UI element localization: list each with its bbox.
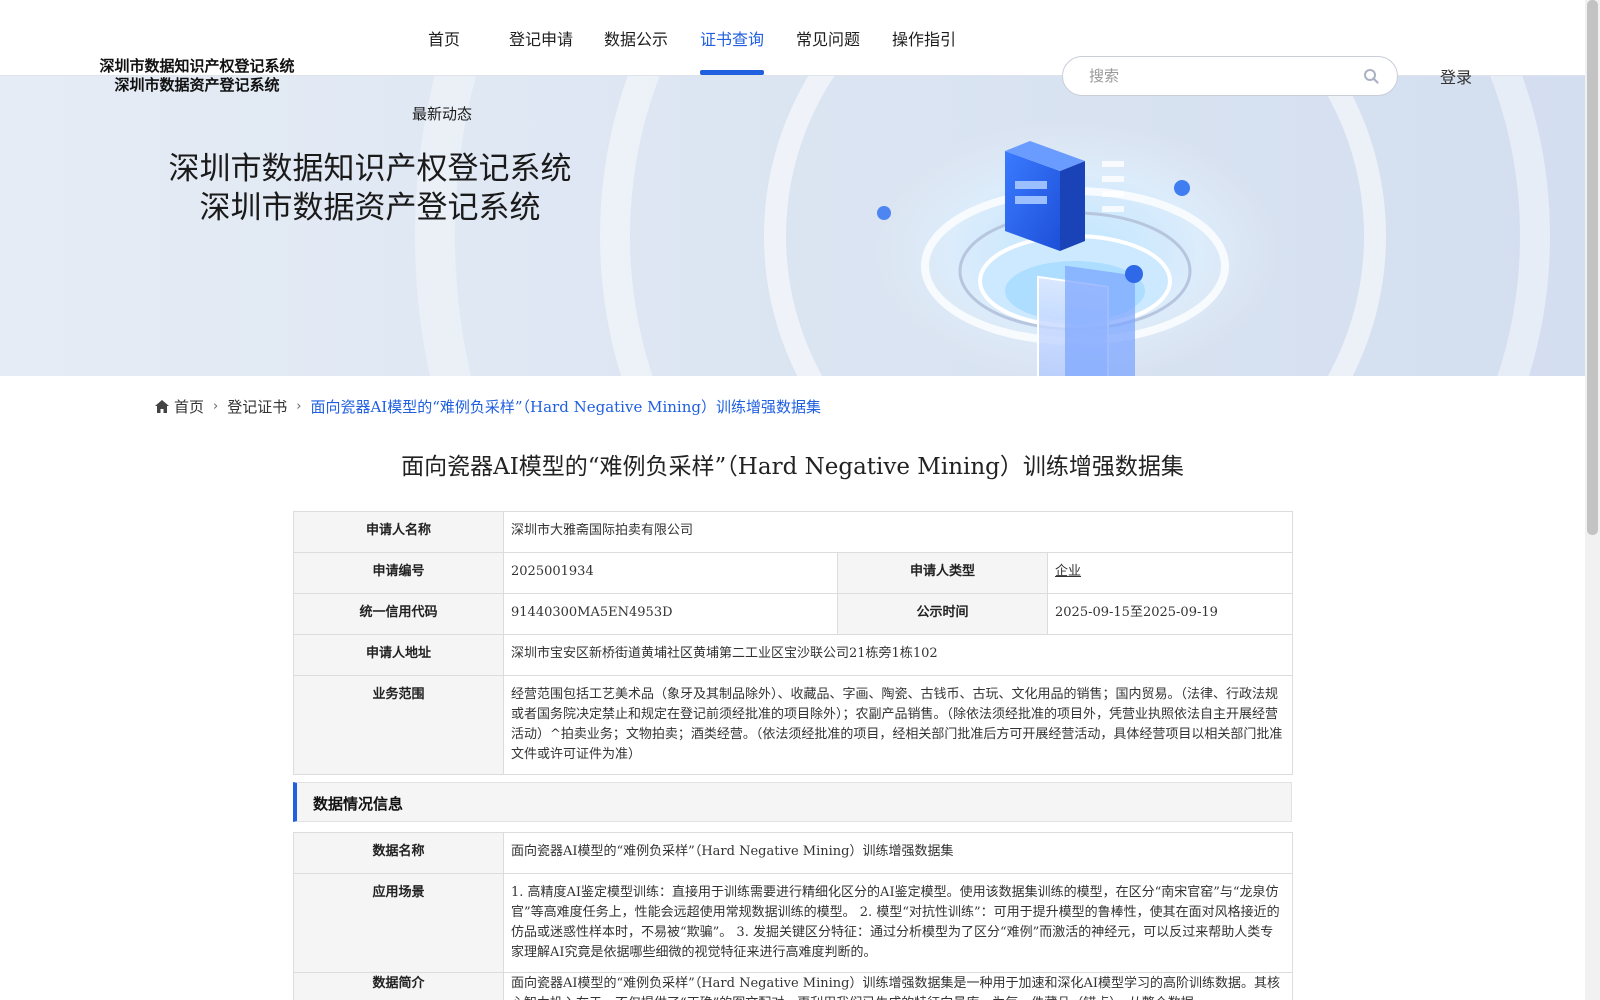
table-row: 数据简介 面向瓷器AI模型的“难例负采样”（Hard Negative Mini… (293, 972, 1293, 1000)
nav-certificate-query[interactable]: 证书查询 (700, 26, 764, 50)
search-input[interactable] (1089, 67, 1349, 85)
page-title: 面向瓷器AI模型的“难例负采样”（Hard Negative Mining）训练… (401, 454, 1184, 480)
home-icon (155, 400, 169, 413)
applicant-address-label: 申请人地址 (293, 634, 504, 676)
chevron-right-icon: › (296, 399, 302, 414)
data-intro-label: 数据简介 (293, 972, 504, 1000)
breadcrumb-current: 面向瓷器AI模型的“难例负采样”（Hard Negative Mining）训练… (310, 398, 821, 416)
data-intro-value: 面向瓷器AI模型的“难例负采样”（Hard Negative Mining）训练… (503, 972, 1293, 1000)
application-number-value: 2025001934 (503, 552, 838, 594)
breadcrumb-home[interactable]: 首页 (174, 396, 204, 417)
publicity-period-value: 2025-09-15至2025-09-19 (1047, 593, 1293, 635)
nav-data-publicity[interactable]: 数据公示 (604, 26, 668, 50)
banner-title: 深圳市数据知识产权登记系统 深圳市数据资产登记系统 (160, 150, 580, 228)
nav-latest-news[interactable]: 最新动态 (412, 103, 472, 124)
search-box (1062, 56, 1398, 96)
nav-home[interactable]: 首页 (428, 26, 460, 50)
credit-code-value: 91440300MA5EN4953D (503, 593, 838, 635)
applicant-name-value: 深圳市大雅斋国际拍卖有限公司 (503, 511, 1293, 553)
breadcrumb-certificates[interactable]: 登记证书 (227, 396, 287, 417)
credit-code-label: 统一信用代码 (293, 593, 504, 635)
application-scene-label: 应用场景 (293, 873, 504, 973)
publicity-period-label: 公示时间 (837, 593, 1048, 635)
nav-guide[interactable]: 操作指引 (892, 26, 956, 50)
business-scope-value: 经营范围包括工艺美术品（象牙及其制品除外）、收藏品、字画、陶瓷、古钱币、古玩、文… (503, 675, 1293, 775)
application-scene-value: 1. 高精度AI鉴定模型训练：直接用于训练需要进行精细化区分的AI鉴定模型。使用… (503, 873, 1293, 973)
table-row: 申请人名称 深圳市大雅斋国际拍卖有限公司 (293, 511, 1293, 553)
scrollbar-thumb[interactable] (1587, 0, 1598, 535)
search-icon[interactable] (1363, 68, 1379, 84)
banner-title-line-2: 深圳市数据资产登记系统 (199, 190, 541, 226)
business-scope-label: 业务范围 (293, 675, 504, 775)
hero-banner: 深圳市数据知识产权登记系统 深圳市数据资产登记系统 (0, 76, 1585, 376)
nav-register-apply[interactable]: 登记申请 (509, 26, 573, 50)
table-row: 申请编号 2025001934 申请人类型 企业 (293, 552, 1293, 594)
applicant-address-value: 深圳市宝安区新桥街道黄埔社区黄埔第二工业区宝沙联公司21栋旁1栋102 (503, 634, 1293, 676)
logo-line-2: 深圳市数据资产登记系统 (114, 76, 280, 94)
login-link[interactable]: 登录 (1440, 64, 1472, 88)
data-name-value: 面向瓷器AI模型的“难例负采样”（Hard Negative Mining）训练… (503, 832, 1293, 874)
data-info-section-header: 数据情况信息 (293, 782, 1292, 822)
data-name-label: 数据名称 (293, 832, 504, 874)
data-info-table: 数据名称 面向瓷器AI模型的“难例负采样”（Hard Negative Mini… (293, 832, 1293, 1000)
table-row: 统一信用代码 91440300MA5EN4953D 公示时间 2025-09-1… (293, 593, 1293, 635)
nav-faq[interactable]: 常见问题 (796, 26, 860, 50)
breadcrumb: 首页 › 登记证书 › 面向瓷器AI模型的“难例负采样”（Hard Negati… (155, 396, 821, 417)
table-row: 业务范围 经营范围包括工艺美术品（象牙及其制品除外）、收藏品、字画、陶瓷、古钱币… (293, 675, 1293, 775)
table-row: 应用场景 1. 高精度AI鉴定模型训练：直接用于训练需要进行精细化区分的AI鉴定… (293, 873, 1293, 973)
application-number-label: 申请编号 (293, 552, 504, 594)
applicant-type-label: 申请人类型 (837, 552, 1048, 594)
table-row: 数据名称 面向瓷器AI模型的“难例负采样”（Hard Negative Mini… (293, 832, 1293, 874)
applicant-name-label: 申请人名称 (293, 511, 504, 553)
site-logo[interactable]: 深圳市数据知识产权登记系统 深圳市数据资产登记系统 (92, 57, 302, 95)
scrollbar[interactable] (1585, 0, 1600, 1000)
applicant-info-table: 申请人名称 深圳市大雅斋国际拍卖有限公司 申请编号 2025001934 申请人… (293, 511, 1293, 775)
table-row: 申请人地址 深圳市宝安区新桥街道黄埔社区黄埔第二工业区宝沙联公司21栋旁1栋10… (293, 634, 1293, 676)
nav-active-indicator (700, 70, 764, 75)
chevron-right-icon: › (213, 399, 219, 414)
banner-title-line-1: 深圳市数据知识产权登记系统 (168, 151, 572, 187)
logo-line-1: 深圳市数据知识产权登记系统 (99, 57, 295, 75)
applicant-type-value[interactable]: 企业 (1055, 564, 1081, 579)
